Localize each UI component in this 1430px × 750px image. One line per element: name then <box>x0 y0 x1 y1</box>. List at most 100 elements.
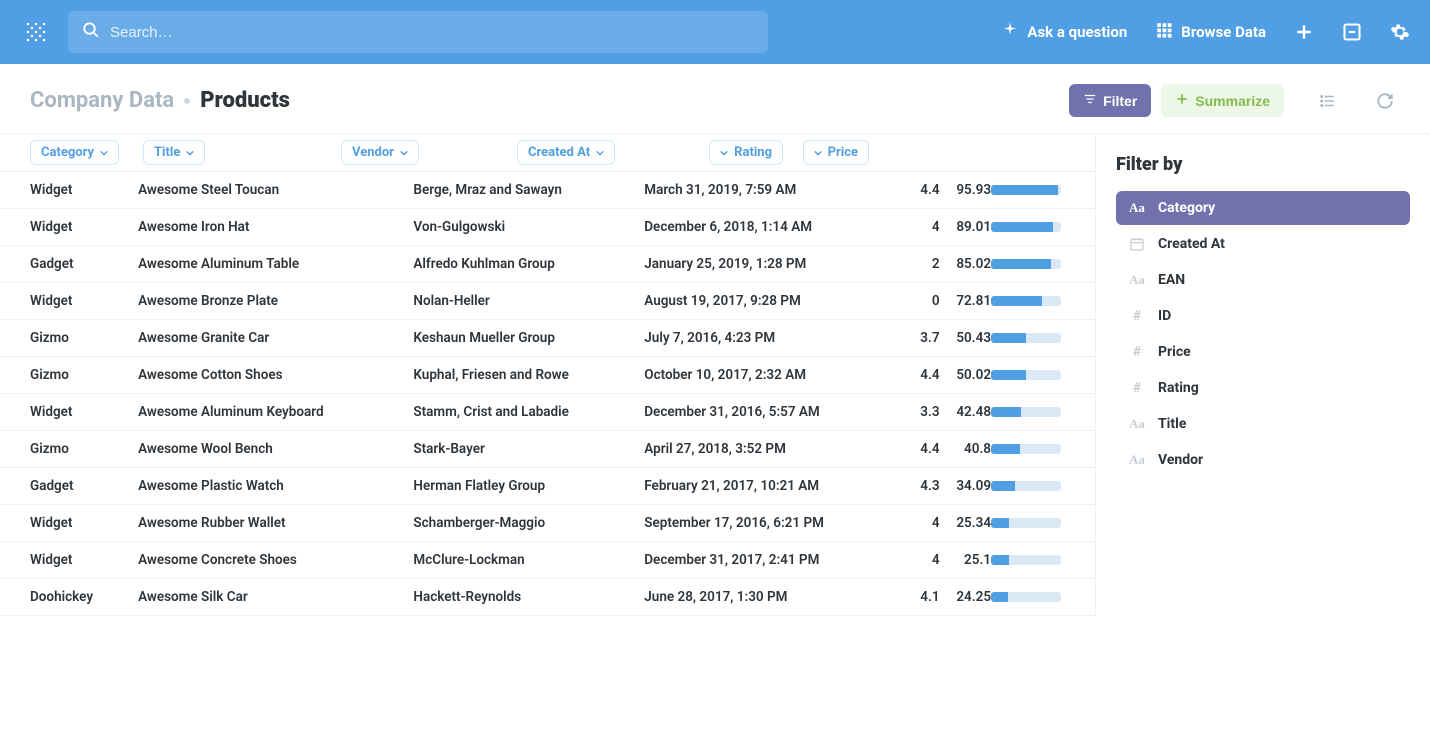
sort-desc-icon <box>814 149 822 157</box>
filter-field-label: Rating <box>1158 380 1199 396</box>
table-row[interactable]: DoohickeyAwesome Silk CarHackett-Reynold… <box>0 579 1095 616</box>
cell-rating: 2 <box>911 246 940 283</box>
cell-created-at: July 7, 2016, 4:23 PM <box>644 320 911 357</box>
summarize-icon <box>1175 92 1189 109</box>
filter-field-category[interactable]: Aa Category <box>1116 191 1410 225</box>
table-row[interactable]: WidgetAwesome Concrete ShoesMcClure-Lock… <box>0 542 1095 579</box>
cell-category: Gadget <box>0 246 138 283</box>
breadcrumb: Company Data Products <box>30 88 1057 113</box>
chevron-down-icon <box>186 149 194 157</box>
display-settings-button[interactable] <box>1312 86 1342 116</box>
filter-field-created-at[interactable]: Created At <box>1116 227 1410 261</box>
data-table-area: Category Title Vendor Created At <box>0 134 1095 616</box>
table-row[interactable]: GadgetAwesome Plastic WatchHerman Flatle… <box>0 468 1095 505</box>
collection-button[interactable] <box>1342 22 1362 42</box>
cell-category: Gizmo <box>0 320 138 357</box>
cell-created-at: January 25, 2019, 1:28 PM <box>644 246 911 283</box>
cell-price-bar <box>991 431 1095 468</box>
table-row[interactable]: GadgetAwesome Aluminum TableAlfredo Kuhl… <box>0 246 1095 283</box>
cell-rating: 4 <box>911 542 940 579</box>
cell-rating: 4 <box>911 505 940 542</box>
table-row[interactable]: GizmoAwesome Cotton ShoesKuphal, Friesen… <box>0 357 1095 394</box>
cell-price-bar <box>991 579 1095 616</box>
cell-created-at: February 21, 2017, 10:21 AM <box>644 468 911 505</box>
filter-panel-heading: Filter by <box>1116 154 1410 175</box>
cell-price: 89.01 <box>940 209 991 246</box>
cell-price: 50.02 <box>940 357 991 394</box>
table-row[interactable]: GizmoAwesome Granite CarKeshaun Mueller … <box>0 320 1095 357</box>
filter-field-price[interactable]: #Price <box>1116 335 1410 369</box>
cell-price: 34.09 <box>940 468 991 505</box>
cell-category: Widget <box>0 209 138 246</box>
ask-question-button[interactable]: Ask a question <box>1001 21 1127 43</box>
column-header-price[interactable]: Price <box>803 140 869 165</box>
table-row[interactable]: WidgetAwesome Rubber WalletSchamberger-M… <box>0 505 1095 542</box>
filter-field-id[interactable]: #ID <box>1116 299 1410 333</box>
cell-vendor: Hackett-Reynolds <box>413 579 644 616</box>
cell-vendor: McClure-Lockman <box>413 542 644 579</box>
cell-title: Awesome Aluminum Table <box>138 246 413 283</box>
content-header: Company Data Products Filter Summarize <box>0 64 1430 133</box>
cell-created-at: June 28, 2017, 1:30 PM <box>644 579 911 616</box>
column-header-created-at[interactable]: Created At <box>517 140 615 165</box>
table-row[interactable]: WidgetAwesome Steel ToucanBerge, Mraz an… <box>0 172 1095 209</box>
settings-button[interactable] <box>1390 22 1410 42</box>
search-box[interactable] <box>68 11 768 53</box>
cell-price-bar <box>991 505 1095 542</box>
cell-created-at: September 17, 2016, 6:21 PM <box>644 505 911 542</box>
filter-field-rating[interactable]: #Rating <box>1116 371 1410 405</box>
table-row[interactable]: WidgetAwesome Iron HatVon-GulgowskiDecem… <box>0 209 1095 246</box>
filter-button[interactable]: Filter <box>1069 84 1151 117</box>
grid-icon <box>1155 21 1173 43</box>
filter-panel: Filter by AaCategoryCreated AtAaEAN#ID#P… <box>1095 134 1430 616</box>
cell-rating: 4.1 <box>911 579 940 616</box>
cell-price: 42.48 <box>940 394 991 431</box>
breadcrumb-root[interactable]: Company Data <box>30 88 174 113</box>
table-row[interactable]: WidgetAwesome Bronze PlateNolan-HellerAu… <box>0 283 1095 320</box>
cell-price-bar <box>991 468 1095 505</box>
filter-field-label: Price <box>1158 344 1191 360</box>
cell-rating: 4.4 <box>911 357 940 394</box>
cell-category: Gadget <box>0 468 138 505</box>
cell-price-bar <box>991 172 1095 209</box>
filter-field-title[interactable]: AaTitle <box>1116 407 1410 441</box>
app-logo[interactable] <box>20 16 52 48</box>
cell-category: Doohickey <box>0 579 138 616</box>
create-button[interactable] <box>1294 22 1314 42</box>
column-header-rating[interactable]: Rating <box>709 140 783 165</box>
cell-title: Awesome Silk Car <box>138 579 413 616</box>
cell-price: 95.93 <box>940 172 991 209</box>
cell-category: Widget <box>0 283 138 320</box>
hash-icon: # <box>1128 308 1146 324</box>
cell-vendor: Kuphal, Friesen and Rowe <box>413 357 644 394</box>
column-header-title[interactable]: Title <box>143 140 205 165</box>
column-header-vendor[interactable]: Vendor <box>341 140 419 165</box>
filter-field-ean[interactable]: AaEAN <box>1116 263 1410 297</box>
browse-data-button[interactable]: Browse Data <box>1155 21 1266 43</box>
column-header-category[interactable]: Category <box>30 140 119 165</box>
filter-field-label: Category <box>1158 200 1215 216</box>
search-input[interactable] <box>110 24 754 41</box>
cell-vendor: Alfredo Kuhlman Group <box>413 246 644 283</box>
table-row[interactable]: WidgetAwesome Aluminum KeyboardStamm, Cr… <box>0 394 1095 431</box>
cell-rating: 4.3 <box>911 468 940 505</box>
cell-category: Gizmo <box>0 357 138 394</box>
cell-rating: 3.3 <box>911 394 940 431</box>
cell-title: Awesome Granite Car <box>138 320 413 357</box>
cell-rating: 0 <box>911 283 940 320</box>
cell-category: Widget <box>0 505 138 542</box>
cell-vendor: Herman Flatley Group <box>413 468 644 505</box>
cell-created-at: December 6, 2018, 1:14 AM <box>644 209 911 246</box>
cell-category: Widget <box>0 542 138 579</box>
cell-price-bar <box>991 246 1095 283</box>
calendar-icon <box>1128 236 1146 252</box>
summarize-button[interactable]: Summarize <box>1161 84 1284 117</box>
text-icon: Aa <box>1128 416 1146 432</box>
filter-field-vendor[interactable]: AaVendor <box>1116 443 1410 477</box>
text-icon: Aa <box>1128 200 1146 216</box>
filter-field-label: Vendor <box>1158 452 1203 468</box>
refresh-button[interactable] <box>1370 86 1400 116</box>
cell-title: Awesome Steel Toucan <box>138 172 413 209</box>
table-row[interactable]: GizmoAwesome Wool BenchStark-BayerApril … <box>0 431 1095 468</box>
filter-field-label: Created At <box>1158 236 1225 252</box>
